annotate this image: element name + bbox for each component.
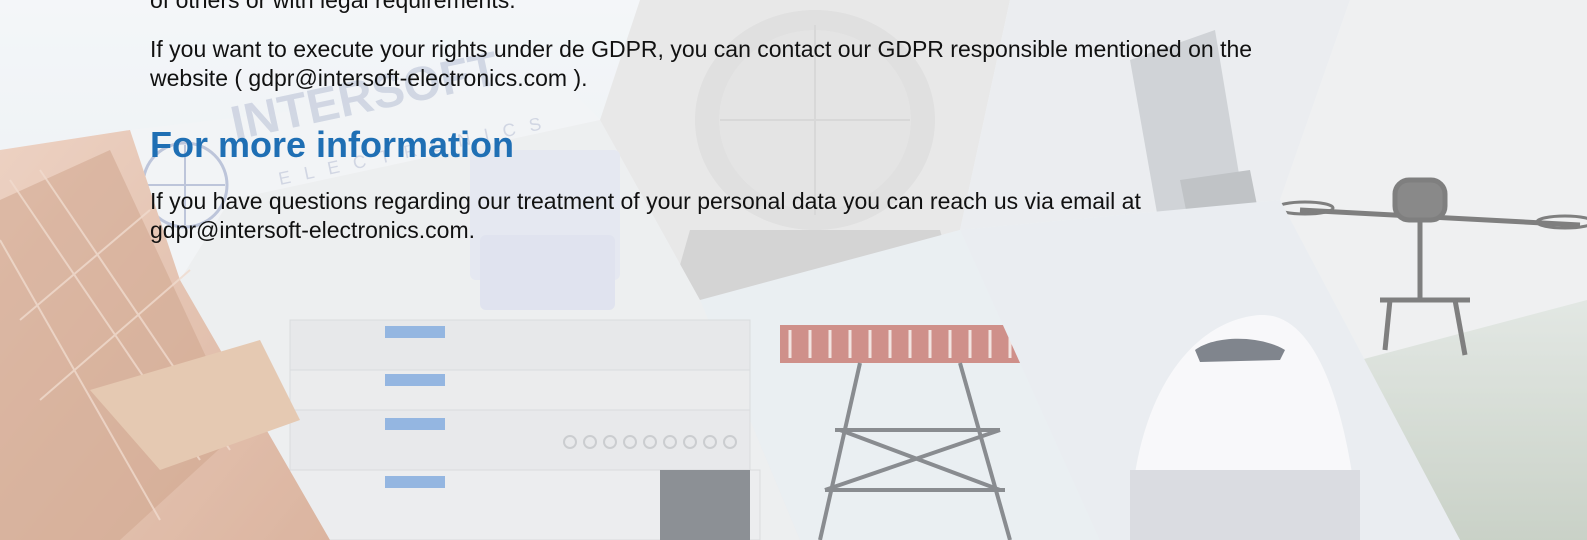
rights-paragraph: If you want to execute your rights under… [150, 35, 1252, 93]
rights-line-2: website ( gdpr@intersoft-electronics.com… [150, 65, 588, 91]
previous-paragraph-tail: of others or with legal requirements. [150, 0, 516, 13]
info-paragraph: If you have questions regarding our trea… [150, 187, 1141, 245]
info-line-2: gdpr@intersoft-electronics.com. [150, 217, 476, 243]
rights-line-1: If you want to execute your rights under… [150, 36, 1253, 62]
info-line-1: If you have questions regarding our trea… [150, 188, 1141, 214]
section-heading: For more information [150, 124, 515, 165]
